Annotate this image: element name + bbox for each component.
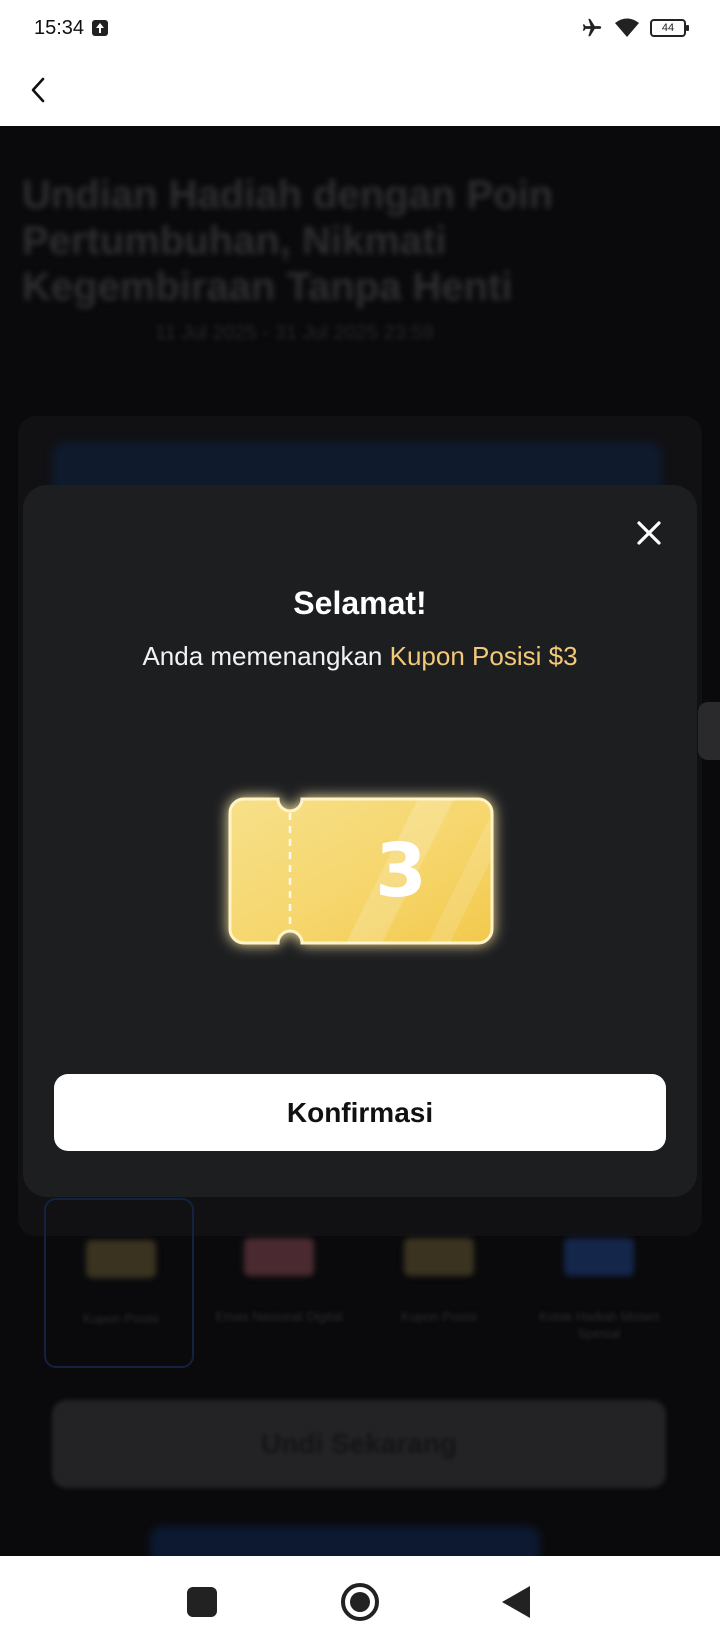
prize-image (244, 1238, 314, 1276)
upload-icon (92, 20, 109, 36)
more-info-strip[interactable] (150, 1526, 540, 1556)
side-tab[interactable] (698, 702, 720, 760)
wifi-icon (615, 18, 639, 37)
prize-name: Kupon Posisi $3 (389, 641, 578, 671)
recents-button[interactable] (187, 1587, 217, 1617)
confirm-button[interactable]: Konfirmasi (54, 1074, 666, 1151)
airplane-mode-icon (582, 18, 602, 37)
coupon-image (86, 1240, 156, 1278)
prize-label: Kotak Hadiah Misteri Spesial (539, 1309, 659, 1341)
mystery-box-image (564, 1238, 634, 1276)
close-button[interactable] (631, 515, 667, 551)
ticket-value: 3 (375, 828, 427, 914)
prize-tile[interactable]: Emas Nasional Digital (204, 1198, 354, 1368)
modal-message: Anda memenangkan Kupon Posisi $3 (23, 641, 697, 672)
coupon-ticket: 3 (228, 797, 494, 945)
system-back-button[interactable] (502, 1586, 530, 1618)
home-button[interactable] (341, 1583, 379, 1621)
app-bar (0, 56, 720, 126)
prize-modal: Selamat! Anda memenangkan Kupon Posisi $… (23, 485, 697, 1197)
status-left: 15:34 (34, 16, 109, 40)
prize-label: Kupon Posisi (83, 1311, 159, 1326)
prize-tile[interactable]: Kotak Hadiah Misteri Spesial (524, 1198, 674, 1368)
status-right: 44 (580, 17, 689, 39)
chevron-left-icon (31, 77, 45, 103)
prize-tile[interactable]: Kupon Posisi (44, 1198, 194, 1368)
close-icon (637, 521, 661, 545)
status-bar: 15:34 44 (0, 0, 720, 56)
back-button[interactable] (18, 70, 58, 110)
prize-label: Emas Nasional Digital (215, 1309, 343, 1324)
battery-icon: 44 (650, 19, 689, 37)
prize-tile[interactable]: Kupon Posisi (364, 1198, 514, 1368)
draw-now-button[interactable]: Undi Sekarang (52, 1400, 666, 1488)
message-prefix: Anda memenangkan (142, 641, 390, 671)
prize-tiles: Kupon Posisi Emas Nasional Digital Kupon… (44, 1198, 684, 1370)
coupon-image (404, 1238, 474, 1276)
system-nav-bar (0, 1556, 720, 1650)
event-period: 11 Jul 2025 - 31 Jul 2025 23:59 (155, 322, 434, 344)
modal-title: Selamat! (293, 585, 427, 621)
page-title: Undian Hadiah dengan Poin Pertumbuhan, N… (22, 173, 554, 309)
status-time: 15:34 (34, 16, 85, 39)
prize-label: Kupon Posisi (401, 1309, 477, 1324)
battery-level: 44 (661, 22, 675, 34)
